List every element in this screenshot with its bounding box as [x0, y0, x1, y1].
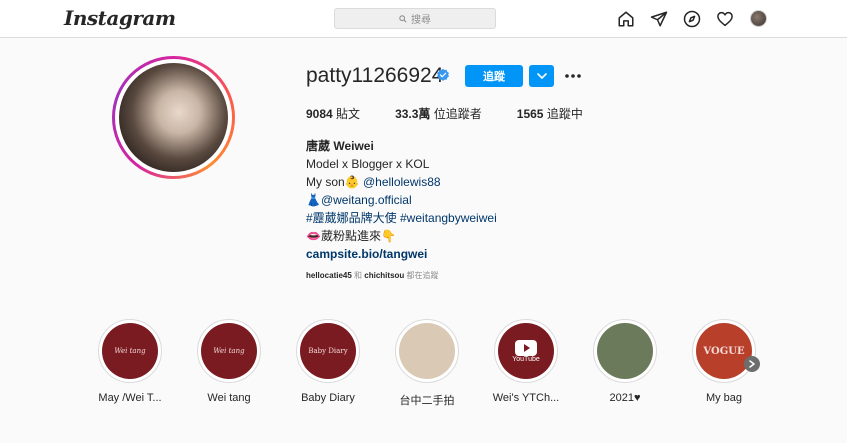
instagram-logo[interactable]: Instagram [64, 6, 176, 30]
highlight-item[interactable]: VOGUE My bag [692, 319, 756, 404]
verified-badge-icon [437, 68, 449, 81]
baby-emoji: 👶 [344, 175, 360, 189]
point-down-emoji: 👇 [380, 229, 396, 243]
profile-picture [119, 63, 228, 172]
chevron-right-icon [749, 360, 755, 368]
following-count: 1565 [516, 107, 544, 121]
highlight-label: May /Wei T... [98, 392, 162, 404]
dress-emoji: 👗 [306, 193, 321, 207]
highlight-cover-text: Baby Diary [308, 347, 348, 355]
suggested-accounts-button[interactable] [529, 65, 554, 87]
highlight-cover [399, 323, 455, 379]
posts-stat: 9084 貼文 [306, 105, 360, 122]
next-highlights-arrow[interactable] [744, 356, 760, 372]
highlight-item[interactable]: Wei tang May /Wei T... [98, 319, 162, 404]
highlight-cover-ring: Baby Diary [296, 319, 360, 383]
explore-icon[interactable] [682, 9, 702, 29]
highlight-cover-text: Wei tang [114, 347, 146, 355]
lips-emoji: 👄 [306, 229, 321, 243]
highlight-item[interactable]: 台中二手拍 [395, 319, 459, 407]
highlight-cover: Wei tang [201, 323, 257, 379]
highlight-label: 2021♥ [609, 392, 641, 404]
profile-stats: 9084 貼文 33.3萬 位追蹤者 1565 追蹤中 [306, 105, 618, 122]
top-navigation-bar: Instagram 搜尋 [0, 0, 847, 38]
bio-line: 👗@weitang.official [306, 191, 497, 209]
followed-by-text[interactable]: hellocatie45 和 chichitsou 都在追蹤 [306, 270, 439, 281]
search-icon [399, 14, 407, 23]
highlight-cover-text: YouTube [512, 355, 540, 363]
bio-line: Model x Blogger x KOL [306, 157, 430, 171]
followers-label: 位追蹤者 [433, 107, 482, 121]
display-name: 唐葳 Weiwei [306, 139, 374, 153]
highlight-cover [597, 323, 653, 379]
highlight-cover-ring: YouTube [494, 319, 558, 383]
highlight-cover: Wei tang [102, 323, 158, 379]
search-input[interactable]: 搜尋 [334, 8, 496, 29]
profile-username: patty11266924 [306, 64, 444, 87]
posts-count: 9084 [306, 107, 333, 121]
bio-line: My son👶 @hellolewis88 [306, 175, 441, 189]
highlight-cover-ring [593, 319, 657, 383]
search-placeholder: 搜尋 [411, 15, 431, 26]
highlight-cover: VOGUE [696, 323, 752, 379]
youtube-logo-icon: YouTube [512, 339, 540, 363]
home-icon[interactable] [616, 9, 636, 29]
bio-line: 👄葳粉點進來👇 [306, 229, 396, 243]
highlight-item[interactable]: YouTube Wei's YTCh... [493, 319, 559, 404]
highlight-label: 台中二手拍 [399, 395, 455, 407]
website-link[interactable]: campsite.bio/tangwei [306, 245, 497, 263]
highlight-label: My bag [705, 392, 743, 404]
highlight-cover-text: Wei tang [213, 347, 245, 355]
following-label: 追蹤中 [546, 107, 583, 121]
son-account-link[interactable]: @hellolewis88 [363, 175, 441, 189]
followers-stat[interactable]: 33.3萬 位追蹤者 [395, 105, 482, 122]
follow-button[interactable]: 追蹤 [465, 65, 523, 87]
direct-message-icon[interactable] [649, 9, 669, 29]
activity-heart-icon[interactable] [715, 9, 735, 29]
followers-count: 33.3萬 [395, 107, 431, 121]
hashtags-line[interactable]: #靂葳娜品牌大使 #weitangbyweiwei [306, 209, 497, 227]
highlight-cover-ring: VOGUE [692, 319, 756, 383]
highlight-cover-ring: Wei tang [197, 319, 261, 383]
more-options-icon[interactable] [564, 68, 582, 84]
highlight-label: Wei's YTCh... [492, 392, 560, 404]
highlight-label: Baby Diary [301, 392, 355, 404]
highlight-cover: Baby Diary [300, 323, 356, 379]
chevron-down-icon [536, 73, 547, 79]
highlight-cover-ring [395, 319, 459, 383]
highlight-label: Wei tang [207, 392, 251, 404]
brand-account-link[interactable]: @weitang.official [321, 193, 412, 207]
highlight-item[interactable]: Baby Diary Baby Diary [296, 319, 360, 404]
following-stat[interactable]: 1565 追蹤中 [517, 105, 583, 122]
posts-label: 貼文 [336, 107, 361, 121]
profile-bio: 唐葳 Weiwei Model x Blogger x KOL My son👶 … [306, 137, 497, 263]
highlight-cover: YouTube [498, 323, 554, 379]
profile-picture-ring[interactable] [112, 56, 235, 179]
highlight-item[interactable]: Wei tang Wei tang [197, 319, 261, 404]
highlight-cover-text: VOGUE [703, 345, 745, 357]
user-avatar[interactable] [750, 10, 767, 27]
highlight-cover-ring: Wei tang [98, 319, 162, 383]
highlight-item[interactable]: 2021♥ [593, 319, 657, 404]
